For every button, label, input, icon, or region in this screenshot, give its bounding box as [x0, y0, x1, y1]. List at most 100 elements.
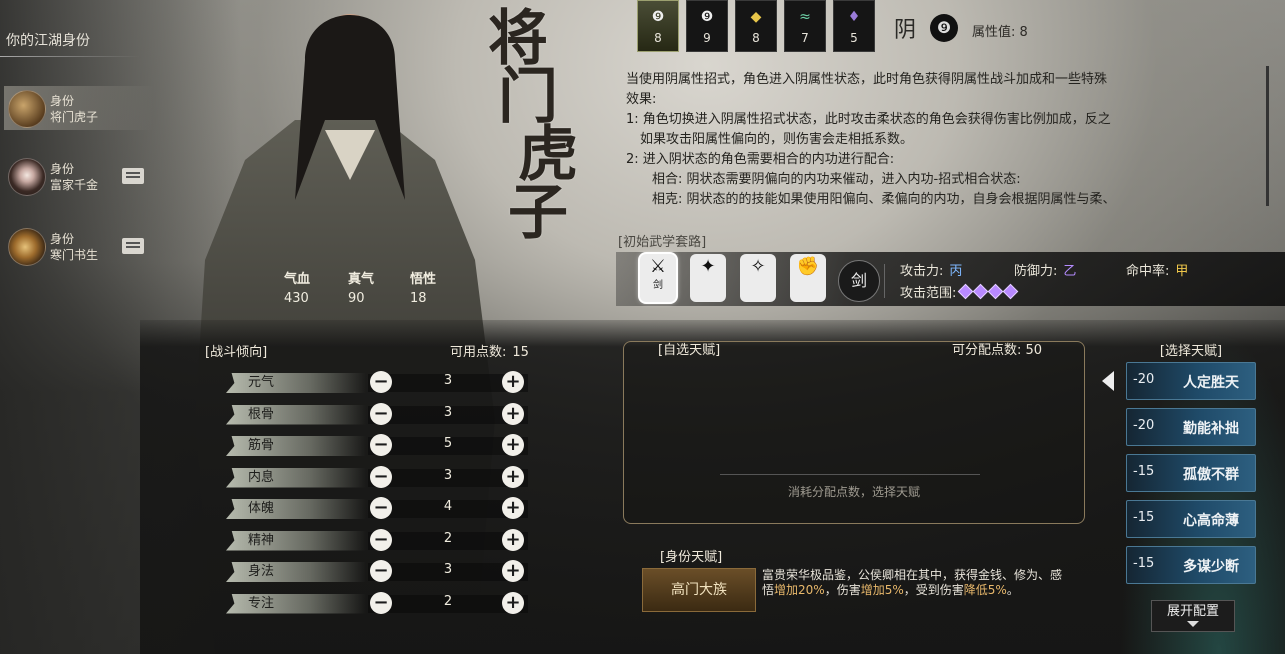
stat-hp: 气血 430: [284, 268, 344, 306]
collapse-arrow-icon[interactable]: [1102, 371, 1114, 391]
sword-icon: ⚔: [649, 256, 667, 277]
increase-button[interactable]: +: [502, 497, 524, 519]
talent-cost: -20: [1133, 418, 1155, 433]
desc-part: ，伤害: [824, 583, 861, 597]
element-tab-flame[interactable]: ♦ 5: [833, 0, 875, 52]
attribute-name: 专注: [226, 593, 366, 614]
attribute-value: 2: [443, 530, 453, 546]
fist-icon: ✊: [796, 256, 820, 277]
desc-part: ，受到伤害: [903, 583, 964, 597]
element-description: 当使用阴属性招式，角色进入阴属性状态，此时角色获得阴属性战斗加成和一些特殊 效果…: [626, 70, 1262, 210]
talent-option[interactable]: -20 勤能补拙: [1126, 408, 1256, 446]
identity-item-poor-scholar[interactable]: 身份 寒门书生: [4, 224, 154, 268]
range-stat: 攻击范围:: [900, 282, 1019, 301]
range-diamond-icon: [1003, 283, 1019, 300]
element-tab-yang[interactable]: ❾ 9: [686, 0, 728, 52]
element-tab-gold[interactable]: ◆ 8: [735, 0, 777, 52]
weapon-sword[interactable]: ⚔ 剑: [640, 254, 676, 302]
attribute-value: 4: [443, 499, 453, 514]
stat-value: 430: [284, 291, 309, 306]
increase-button[interactable]: +: [502, 434, 524, 456]
element-value: 8: [752, 31, 760, 45]
talent-option[interactable]: -15 心高命薄: [1126, 500, 1256, 538]
attack-value: 丙: [949, 264, 963, 279]
desc-part: 。: [1006, 583, 1019, 597]
warrior-portrait-icon: [8, 90, 46, 128]
yin-swirl-icon: ❾: [930, 14, 958, 42]
stat-label: 真气: [348, 272, 375, 287]
defense-stat: 防御力: 乙: [1014, 260, 1076, 279]
lock-icon: [122, 238, 144, 254]
decrease-button[interactable]: −: [370, 434, 392, 456]
increase-button[interactable]: +: [502, 591, 524, 614]
talent-name: 多谋少断: [1183, 559, 1239, 575]
decrease-button[interactable]: −: [370, 497, 392, 519]
identity-talent-badge[interactable]: 高门大族: [642, 568, 756, 612]
decrease-button[interactable]: −: [370, 591, 392, 614]
desc-line: 当使用阴属性招式，角色进入阴属性状态，此时角色获得阴属性战斗加成和一些特殊: [626, 72, 1108, 87]
decrease-button[interactable]: −: [370, 465, 392, 488]
increase-button[interactable]: +: [502, 465, 524, 488]
talent-name: 孤傲不群: [1183, 467, 1239, 483]
attribute-row: 元气 − 3 +: [226, 370, 536, 396]
attack-stat: 攻击力: 丙: [900, 260, 962, 279]
divider: [884, 264, 885, 298]
weapon-type-badge: 剑: [838, 260, 880, 302]
element-tab-yin[interactable]: ❾ 8: [637, 0, 679, 52]
decrease-button[interactable]: −: [370, 402, 392, 425]
identity-item-rich-lady[interactable]: 身份 富家千金: [4, 154, 154, 198]
desc-line: 效果:: [626, 92, 657, 107]
weapon-spear[interactable]: ✧: [740, 254, 776, 302]
identity-item-general-son[interactable]: 身份 将门虎子: [4, 86, 154, 130]
description-scrollbar[interactable]: [1266, 66, 1269, 206]
decrease-button[interactable]: −: [370, 560, 392, 582]
desc-line: 相克: 阴状态的的技能如果使用阳偏向、柔偏向的内功，自身会根据阴属性与柔、: [652, 192, 1116, 207]
range-diamond-icon: [973, 283, 989, 300]
hit-stat: 命中率: 甲: [1126, 260, 1188, 279]
stat-label: 悟性: [410, 272, 437, 287]
chevron-down-icon: [1187, 621, 1199, 627]
scroll-icon: [8, 228, 46, 266]
desc-highlight: 降低5%: [963, 583, 1007, 597]
increase-button[interactable]: +: [502, 402, 524, 425]
attack-label: 攻击力:: [900, 264, 944, 279]
attribute-value: 5: [443, 436, 453, 451]
weapon-dagger[interactable]: ✦: [690, 254, 726, 302]
element-tab-wind[interactable]: ≈ 7: [784, 0, 826, 52]
attribute-value: 3: [443, 467, 453, 483]
desc-highlight: 增加5%: [860, 583, 904, 597]
identity-talent-title: [身份天赋]: [660, 550, 723, 565]
talent-option[interactable]: -15 孤傲不群: [1126, 454, 1256, 492]
stat-value: 90: [348, 291, 365, 306]
talent-option[interactable]: -15 多谋少断: [1126, 546, 1256, 584]
defense-label: 防御力:: [1014, 264, 1058, 279]
attribute-name: 内息: [226, 467, 366, 488]
weapon-fist[interactable]: ✊: [790, 254, 826, 302]
decrease-button[interactable]: −: [370, 528, 392, 551]
element-value: 9: [703, 31, 711, 45]
desc-line: 1: 角色切换进入阴属性招式状态，此时攻击柔状态的角色会获得伤害比例加成，反之: [626, 112, 1111, 127]
increase-button[interactable]: +: [502, 371, 524, 393]
attribute-name: 体魄: [226, 499, 366, 519]
talent-option[interactable]: -20 人定胜天: [1126, 362, 1256, 400]
defense-value: 乙: [1063, 264, 1077, 279]
identity-value: 富家千金: [50, 178, 99, 192]
attribute-row: 筋骨 − 5 +: [226, 433, 536, 459]
talent-name: 心高命薄: [1183, 513, 1239, 529]
desc-line: 相合: 阴状态需要阴偏向的内功来催动，进入内功-招式相合状态:: [652, 172, 1021, 187]
yin-swirl-icon: ❾: [651, 9, 665, 25]
decrease-button[interactable]: −: [370, 371, 392, 393]
divider: [720, 474, 980, 475]
increase-button[interactable]: +: [502, 528, 524, 551]
gold-ingot-icon: ◆: [750, 9, 762, 25]
identity-key: 身份: [50, 162, 75, 176]
dagger-icon: ✦: [700, 256, 716, 277]
attribute-name: 精神: [226, 530, 366, 551]
talent-cost: -20: [1133, 372, 1155, 387]
weapon-sub-label: 剑: [653, 280, 663, 291]
attribute-value-label: 属性值:: [972, 25, 1016, 40]
increase-button[interactable]: +: [502, 560, 524, 582]
choose-talent-title: [选择天赋]: [1159, 344, 1223, 359]
expand-config-button[interactable]: 展开配置: [1151, 600, 1235, 632]
identity-key: 身份: [50, 232, 75, 246]
